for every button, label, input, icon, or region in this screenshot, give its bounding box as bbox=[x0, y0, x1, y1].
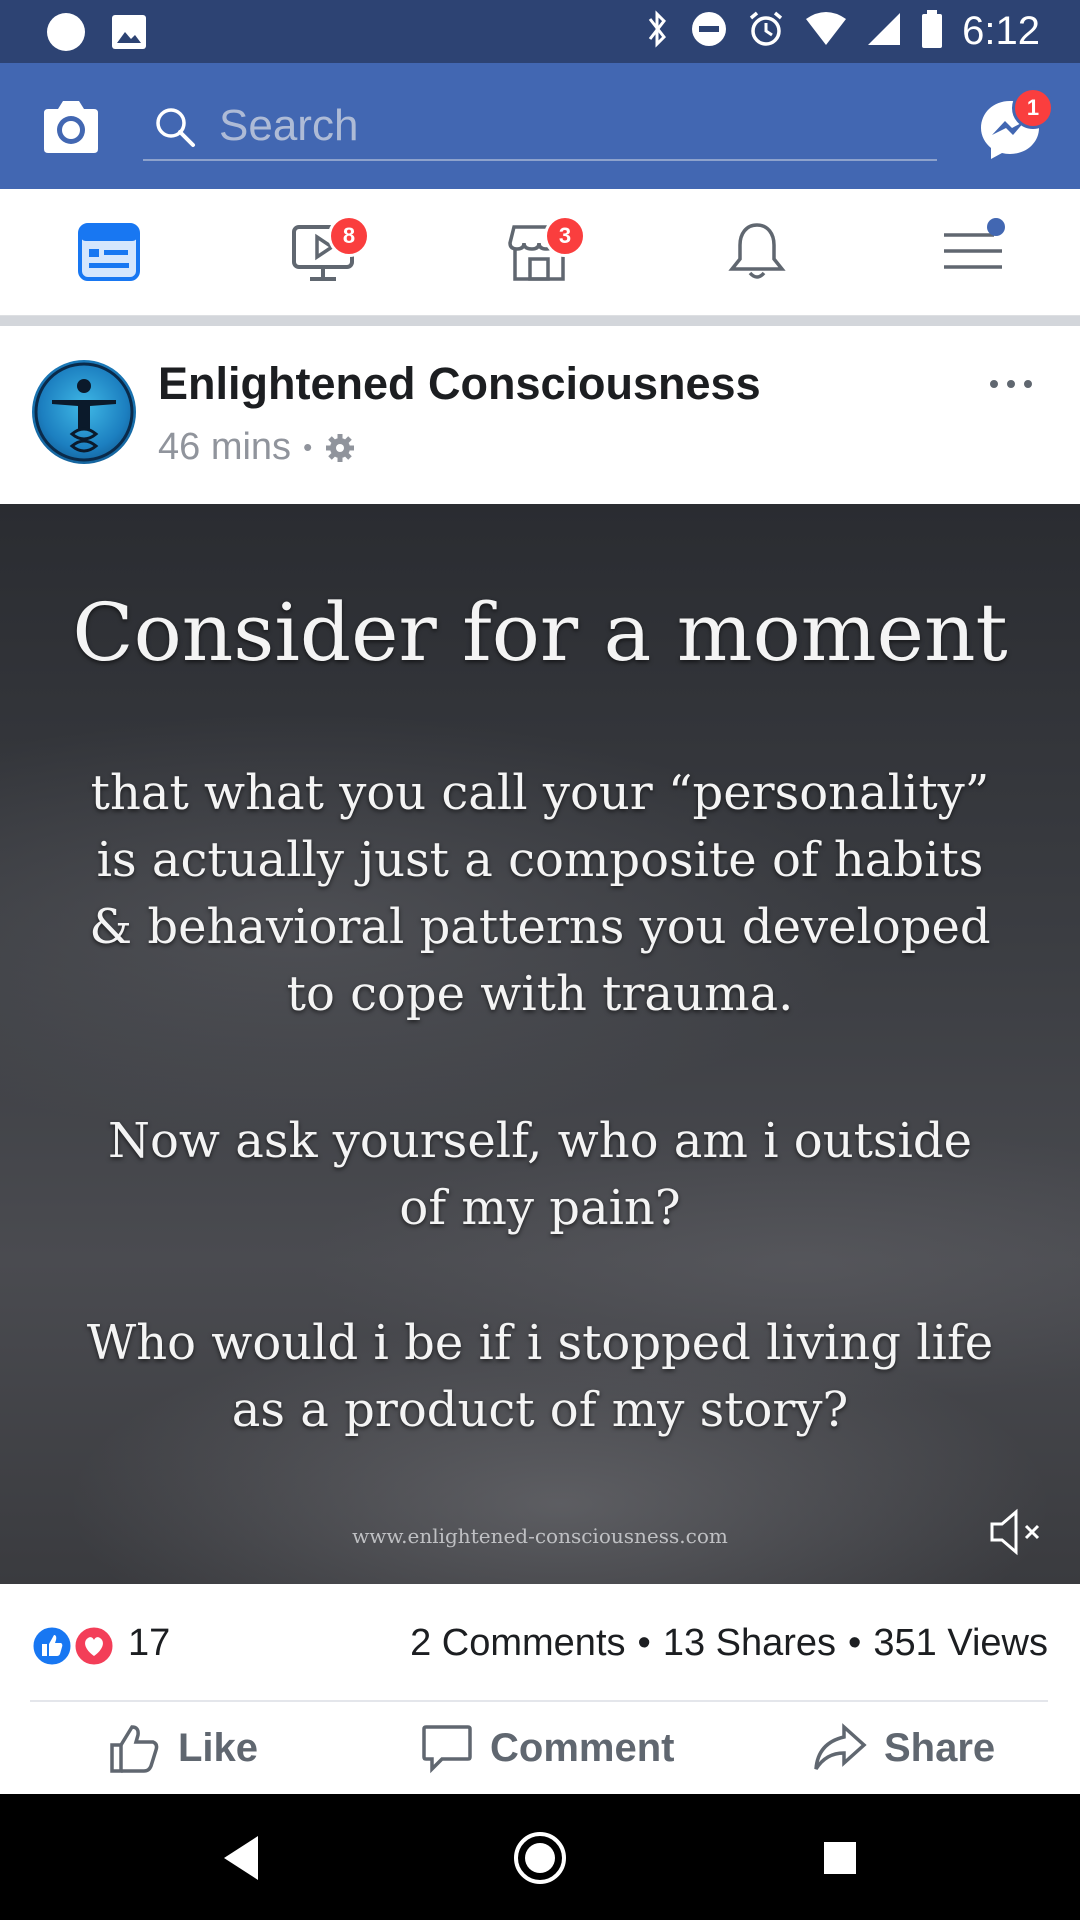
search-bar[interactable] bbox=[143, 91, 937, 161]
watch-badge: 8 bbox=[328, 215, 370, 257]
battery-icon bbox=[920, 9, 944, 54]
post-actions: Like Comment Share bbox=[0, 1702, 1080, 1794]
page-name[interactable]: Enlightened Consciousness bbox=[158, 358, 761, 410]
meditating-figure-logo bbox=[34, 362, 134, 462]
media-line: as a product of my story? bbox=[231, 1382, 849, 1438]
camera-icon bbox=[44, 101, 98, 153]
media-paragraph-3: Who would i be if i stopped living life … bbox=[0, 1310, 1080, 1444]
nav-bar: 8 3 bbox=[0, 189, 1080, 316]
thumbs-up-icon bbox=[110, 1725, 159, 1773]
media-line: Now ask yourself, who am i outside bbox=[107, 1113, 973, 1169]
media-line: Who would i be if i stopped living life bbox=[86, 1315, 994, 1371]
reactions-row: 17 2 Comments • 13 Shares • 351 Views bbox=[0, 1584, 1080, 1700]
top-bar: 1 bbox=[0, 63, 1080, 189]
media-watermark: www.enlightened-consciousness.com bbox=[352, 1524, 728, 1548]
reaction-icons[interactable] bbox=[30, 1624, 118, 1668]
marketplace-badge: 3 bbox=[544, 215, 586, 257]
like-button[interactable]: Like bbox=[108, 1708, 258, 1788]
like-label: Like bbox=[178, 1725, 259, 1770]
comment-button[interactable]: Comment bbox=[420, 1708, 674, 1788]
status-bar: 6:12 bbox=[0, 0, 1080, 63]
system-nav-bar bbox=[0, 1794, 1080, 1920]
mute-toggle-button[interactable] bbox=[988, 1504, 1044, 1560]
post-video[interactable]: Consider for a moment that what you call… bbox=[0, 504, 1080, 1584]
media-paragraph-1: that what you call your “personality” is… bbox=[0, 760, 1080, 1028]
share-arrow-icon bbox=[814, 1723, 867, 1770]
share-label: Share bbox=[884, 1725, 996, 1770]
home-icon bbox=[514, 1832, 566, 1884]
search-icon bbox=[156, 108, 195, 147]
cellular-signal-icon bbox=[866, 11, 902, 52]
recents-button[interactable] bbox=[812, 1830, 868, 1886]
count-separator: • bbox=[637, 1622, 651, 1664]
like-reaction-icon bbox=[30, 1624, 116, 1668]
post-meta: 46 mins • bbox=[158, 426, 356, 469]
do-not-disturb-icon bbox=[690, 10, 728, 53]
tab-news-feed[interactable] bbox=[76, 219, 142, 285]
back-button[interactable] bbox=[212, 1830, 268, 1886]
circle-notification-icon bbox=[46, 12, 86, 57]
speaker-muted-icon bbox=[990, 1508, 1040, 1556]
media-line: is actually just a composite of habits bbox=[96, 832, 984, 888]
count-separator: • bbox=[848, 1622, 862, 1664]
comment-label: Comment bbox=[490, 1725, 675, 1770]
camera-button[interactable] bbox=[38, 97, 104, 157]
post-time[interactable]: 46 mins bbox=[158, 426, 291, 469]
media-line: that what you call your “personality” bbox=[90, 765, 990, 821]
alarm-icon bbox=[746, 9, 786, 54]
media-headline: Consider for a moment bbox=[72, 586, 1008, 679]
avatar[interactable] bbox=[32, 360, 136, 464]
image-notification-icon bbox=[110, 13, 148, 56]
post-header: Enlightened Consciousness 46 mins • bbox=[0, 326, 1080, 504]
menu-notification-dot bbox=[987, 218, 1005, 236]
back-icon bbox=[224, 1836, 258, 1880]
recents-icon bbox=[824, 1842, 856, 1874]
comment-bubble-icon bbox=[422, 1725, 472, 1774]
reaction-count[interactable]: 17 bbox=[128, 1622, 170, 1665]
shares-count[interactable]: 13 Shares bbox=[663, 1622, 836, 1665]
engagement-counts: 2 Comments • 13 Shares • 351 Views bbox=[410, 1622, 1048, 1665]
share-button[interactable]: Share bbox=[812, 1708, 995, 1788]
comments-count[interactable]: 2 Comments bbox=[410, 1622, 625, 1665]
media-line: & behavioral patterns you developed bbox=[89, 899, 991, 955]
feed-divider bbox=[0, 316, 1080, 326]
more-options-icon bbox=[990, 380, 1032, 388]
bluetooth-icon bbox=[642, 9, 672, 54]
messenger-badge: 1 bbox=[1012, 87, 1054, 129]
post-more-button[interactable] bbox=[986, 374, 1036, 394]
views-count: 351 Views bbox=[873, 1622, 1048, 1664]
wifi-icon bbox=[804, 11, 848, 52]
status-time: 6:12 bbox=[962, 9, 1040, 53]
meta-separator: • bbox=[303, 432, 313, 462]
news-feed-icon bbox=[78, 223, 140, 281]
gear-icon bbox=[326, 433, 355, 462]
media-line: of my pain? bbox=[399, 1180, 681, 1236]
media-line: to cope with trauma. bbox=[286, 966, 794, 1022]
media-paragraph-2: Now ask yourself, who am i outside of my… bbox=[0, 1108, 1080, 1242]
search-input[interactable] bbox=[217, 97, 921, 155]
tab-notifications[interactable] bbox=[724, 219, 790, 285]
home-button[interactable] bbox=[512, 1830, 568, 1886]
bell-icon bbox=[728, 223, 786, 279]
